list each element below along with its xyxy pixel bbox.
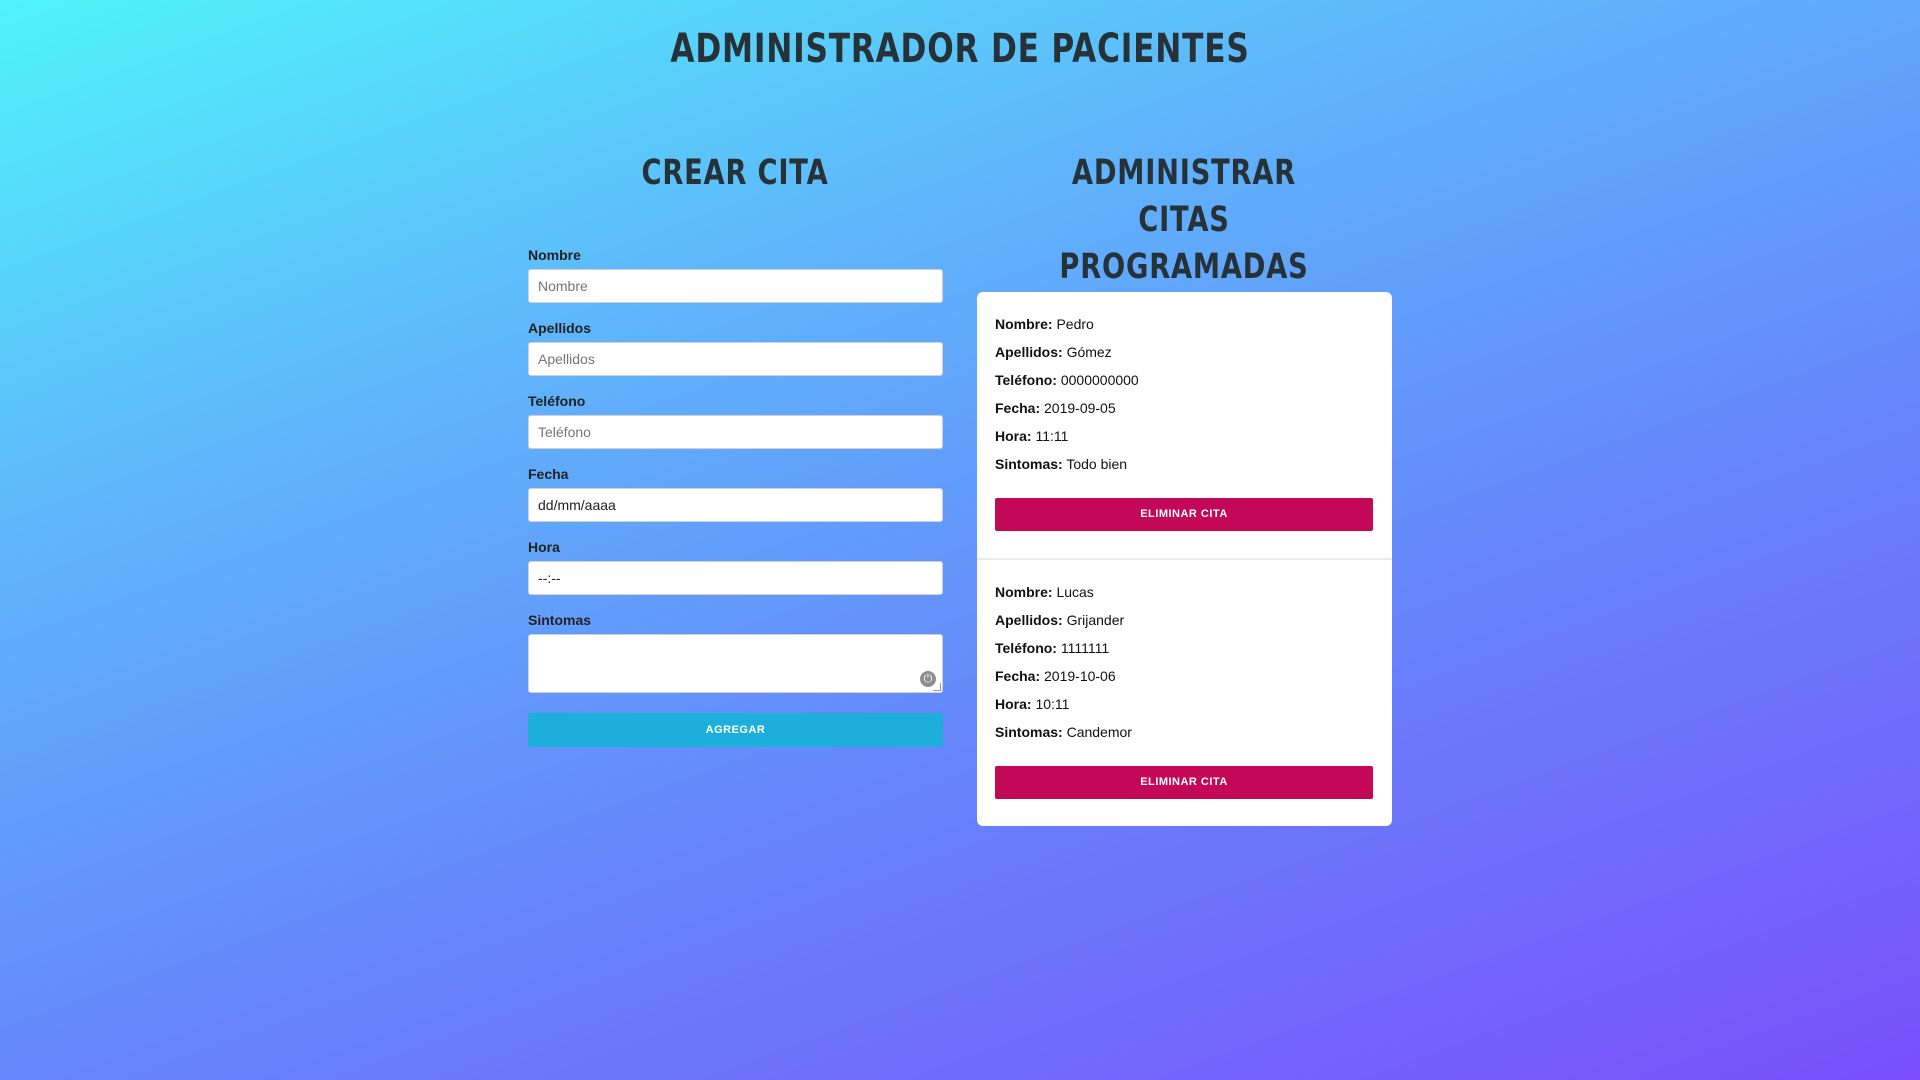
cita-apellidos-label: Apellidos:	[995, 612, 1063, 628]
cita-apellidos-row: Apellidos: Grijander	[995, 606, 1374, 634]
cita-fecha-row: Fecha: 2019-10-06	[995, 662, 1374, 690]
cita-telefono-row: Teléfono: 1111111	[995, 634, 1374, 662]
hora-input[interactable]: --:--	[528, 561, 943, 595]
cita-hora-row: Hora: 10:11	[995, 690, 1374, 718]
cita-telefono-row: Teléfono: 0000000000	[995, 366, 1374, 394]
sintomas-textarea[interactable]: ⏻	[528, 634, 943, 693]
page-title: ADMINISTRADOR DE PACIENTES	[670, 26, 1250, 72]
eliminar-cita-button[interactable]: ELIMINAR CITA	[995, 766, 1373, 799]
cita-nombre-label: Nombre:	[995, 316, 1053, 332]
cita-telefono-label: Teléfono:	[995, 372, 1057, 388]
cita-fecha-label: Fecha:	[995, 400, 1041, 416]
cita-apellidos-value: Gómez	[1066, 344, 1112, 360]
cita-telefono-value: 1111111	[1060, 640, 1110, 656]
cita-hora-value: 10:11	[1035, 696, 1070, 712]
telefono-input[interactable]: Teléfono	[528, 415, 943, 449]
cita-sintomas-label: Sintomas:	[995, 456, 1063, 472]
cita-item: Nombre: Lucas Apellidos: Grijander Teléf…	[977, 558, 1392, 824]
administrar-citas-title: ADMINISTRAR CITAS PROGRAMADAS	[1059, 153, 1309, 287]
cita-nombre-value: Lucas	[1056, 584, 1094, 600]
cita-hora-label: Hora:	[995, 696, 1032, 712]
telefono-field-group: Teléfono Teléfono	[528, 389, 943, 449]
apellidos-label: Apellidos	[528, 320, 592, 336]
cita-nombre-row: Nombre: Pedro	[995, 310, 1374, 338]
agregar-button[interactable]: AGREGAR	[528, 713, 943, 747]
cita-telefono-label: Teléfono:	[995, 640, 1057, 656]
cita-nombre-value: Pedro	[1056, 316, 1094, 332]
hora-label: Hora	[528, 539, 560, 555]
cita-sintomas-value: Todo bien	[1066, 456, 1128, 472]
nombre-field-group: Nombre Nombre	[528, 243, 943, 303]
fecha-label: Fecha	[528, 466, 569, 482]
fecha-input[interactable]: dd/mm/aaaa	[528, 488, 943, 522]
fecha-field-group: Fecha dd/mm/aaaa	[528, 462, 943, 522]
crear-cita-title: CREAR CITA	[641, 153, 829, 193]
sintomas-field-group: Sintomas ⏻	[528, 608, 943, 693]
cita-hora-value: 11:11	[1035, 428, 1069, 444]
nombre-label: Nombre	[528, 247, 581, 263]
apellidos-input[interactable]: Apellidos	[528, 342, 943, 376]
cita-sintomas-row: Sintomas: Todo bien	[995, 450, 1374, 478]
cita-apellidos-value: Grijander	[1066, 612, 1125, 628]
citas-list-card: Nombre: Pedro Apellidos: Gómez Teléfono:…	[977, 292, 1392, 826]
cita-apellidos-row: Apellidos: Gómez	[995, 338, 1374, 366]
eliminar-cita-button[interactable]: ELIMINAR CITA	[995, 498, 1373, 531]
cita-nombre-row: Nombre: Lucas	[995, 578, 1374, 606]
cita-hora-label: Hora:	[995, 428, 1032, 444]
telefono-label: Teléfono	[528, 393, 586, 409]
cita-sintomas-row: Sintomas: Candemor	[995, 718, 1374, 746]
cita-fecha-value: 2019-09-05	[1044, 400, 1116, 416]
cita-fecha-label: Fecha:	[995, 668, 1041, 684]
cita-hora-row: Hora: 11:11	[995, 422, 1374, 450]
cita-fecha-value: 2019-10-06	[1044, 668, 1116, 684]
hora-field-group: Hora --:--	[528, 535, 943, 595]
cita-apellidos-label: Apellidos:	[995, 344, 1063, 360]
sintomas-label: Sintomas	[528, 612, 592, 628]
cita-nombre-label: Nombre:	[995, 584, 1053, 600]
apellidos-field-group: Apellidos Apellidos	[528, 316, 943, 376]
crear-cita-form: Nombre Nombre Apellidos Apellidos Teléfo…	[528, 243, 943, 747]
cita-fecha-row: Fecha: 2019-09-05	[995, 394, 1374, 422]
cita-sintomas-label: Sintomas:	[995, 724, 1063, 740]
cita-item: Nombre: Pedro Apellidos: Gómez Teléfono:…	[977, 292, 1392, 558]
resize-handle-icon[interactable]	[933, 683, 941, 691]
cita-telefono-value: 0000000000	[1060, 372, 1139, 388]
cita-sintomas-value: Candemor	[1066, 724, 1132, 740]
nombre-input[interactable]: Nombre	[528, 269, 943, 303]
